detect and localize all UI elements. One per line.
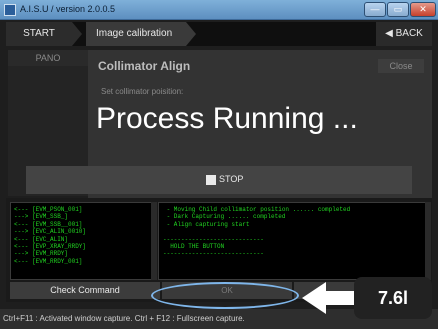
dialog-title: Collimator Align	[98, 59, 191, 73]
progress-log-scrollbar[interactable]	[425, 202, 431, 280]
breadcrumb-separator	[72, 22, 82, 46]
breadcrumb-current: Image calibration	[86, 22, 186, 46]
stop-button-label: STOP	[219, 174, 244, 184]
stop-icon	[206, 175, 216, 185]
app-icon	[4, 4, 16, 16]
breadcrumb-separator	[186, 22, 196, 46]
log-line: ---> [EVC_ALIN_0010]	[14, 228, 87, 236]
log-line: ---> [EVM_SSB_]	[14, 213, 69, 221]
back-button-label: BACK	[395, 28, 423, 39]
log-line: ----------------------------	[163, 235, 264, 243]
window-title: A.I.S.U / version 2.0.0.5	[20, 4, 116, 14]
log-line: ----------------------------	[163, 250, 264, 258]
dialog-close-button[interactable]: Close	[378, 59, 424, 73]
back-arrow-icon: ◀	[385, 28, 393, 39]
dialog-subtitle: Set collimator poisition:	[101, 87, 184, 96]
pointer-arrow-icon	[302, 282, 358, 314]
command-log: <--- [EVM_PSON_001] ---> [EVM_SSB_] <--- […	[10, 202, 152, 280]
log-line: <--- [EVC_ALIN]	[14, 235, 69, 243]
stop-button[interactable]: STOP	[26, 166, 412, 194]
back-button[interactable]: ◀ BACK	[376, 22, 432, 46]
log-line: ---> [EVM_RRDY]	[14, 250, 69, 258]
window-titlebar: A.I.S.U / version 2.0.0.5 — ▭ ✕	[0, 0, 438, 20]
minimize-button[interactable]: —	[364, 2, 386, 17]
log-line: HOLD THE BUTTON	[163, 243, 225, 251]
tab-pano[interactable]: PANO	[8, 50, 88, 66]
check-command-button[interactable]: Check Command	[10, 282, 160, 299]
log-line: - Moving Child collimator position .....…	[163, 206, 351, 213]
log-line: <--- [EVM_PSON_001]	[14, 206, 83, 213]
close-window-button[interactable]: ✕	[410, 2, 436, 17]
log-line: <--- [EVM_RRDY_001]	[14, 257, 83, 265]
log-line: <--- [EVP_XRAY_RRDY]	[14, 243, 87, 251]
maximize-button[interactable]: ▭	[387, 2, 409, 17]
command-log-scrollbar[interactable]	[151, 202, 157, 280]
app-header: START Image calibration ◀ BACK	[6, 22, 432, 46]
breadcrumb-start[interactable]: START	[6, 22, 72, 46]
process-status-text: Process Running ...	[96, 102, 358, 135]
log-line: - Dark Capturing ...... completed	[163, 213, 286, 221]
progress-log: - Moving Child collimator position .....…	[158, 202, 426, 280]
highlight-ellipse	[151, 282, 299, 309]
log-line: <--- [EVM_SSB__001]	[14, 220, 83, 228]
log-line: - Align capturing start	[163, 220, 250, 228]
annotation-badge: 7.6l	[354, 277, 432, 319]
